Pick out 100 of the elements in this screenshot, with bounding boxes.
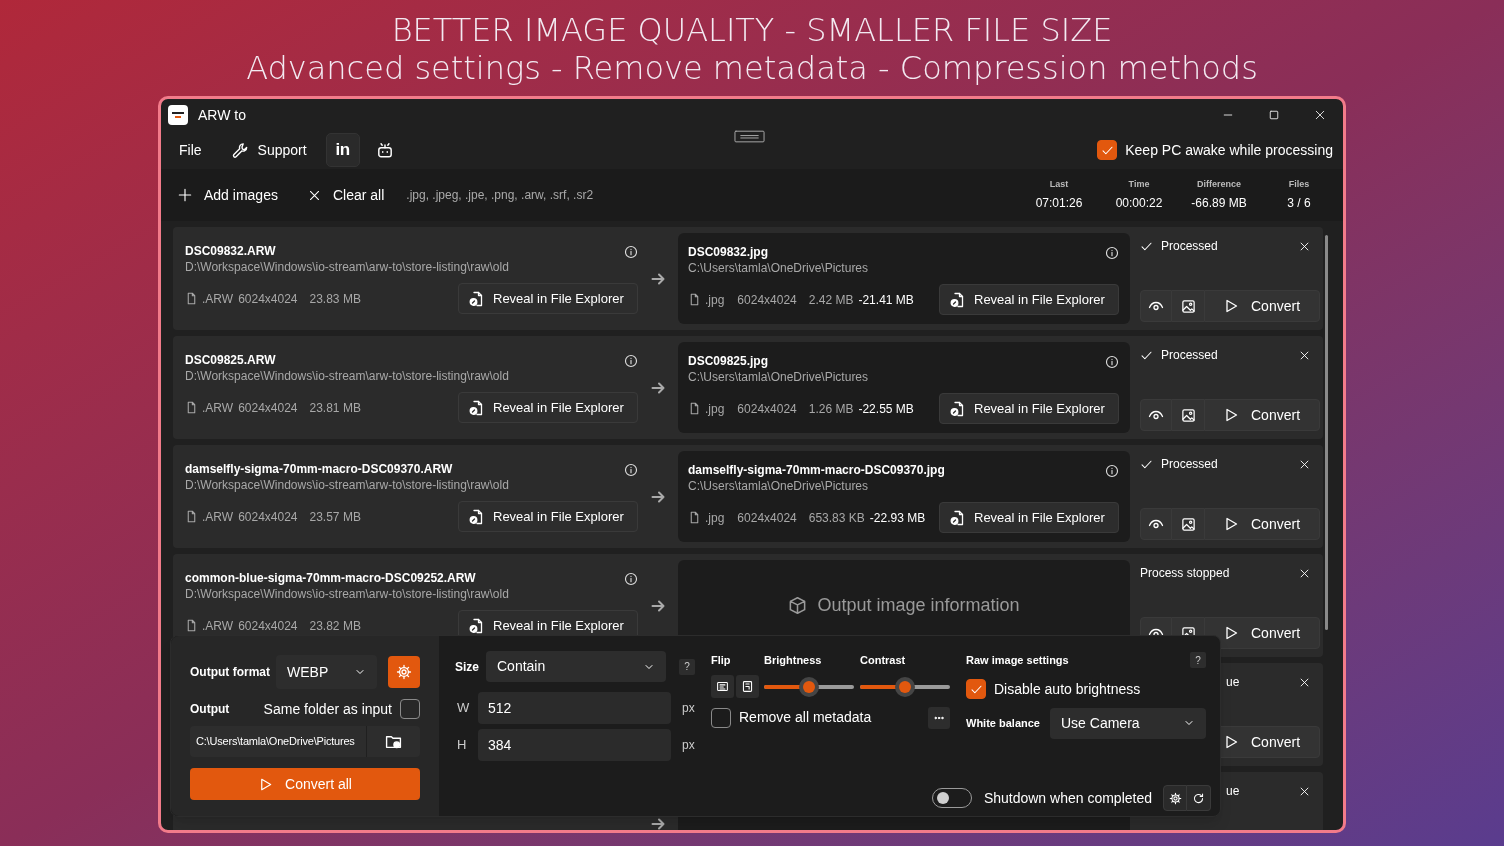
image-dimensions: 6024x4024: [238, 508, 298, 526]
file-name: common-blue-sigma-70mm-macro-DSC09252.ARW: [185, 570, 477, 586]
support-button[interactable]: Support: [222, 134, 316, 166]
info-icon: [624, 463, 638, 477]
reset-button[interactable]: [1187, 785, 1211, 811]
add-images-button[interactable]: Add images: [176, 179, 280, 211]
file-size: 1.26 MB: [808, 400, 854, 418]
reveal-button[interactable]: Reveal in File Explorer: [458, 501, 638, 532]
size-difference: -22.93 MB: [869, 509, 926, 527]
help-button[interactable]: ?: [679, 658, 695, 675]
file-path: C:\Users\tamla\OneDrive\Pictures: [688, 260, 869, 276]
document-icon: [949, 291, 965, 308]
info-icon: [624, 572, 638, 586]
close-icon: [1298, 349, 1310, 361]
scrollbar[interactable]: [1325, 235, 1328, 630]
flip-icon: [716, 680, 729, 693]
gear-icon: [396, 664, 412, 680]
image-icon: [1180, 407, 1196, 423]
robot-icon: [375, 141, 394, 159]
file-path: C:\Users\tamla\OneDrive\Pictures: [688, 478, 870, 494]
field-label: Output format: [190, 664, 271, 681]
image-dimensions: 6024x4024: [737, 400, 797, 418]
flip-horizontal-button[interactable]: [711, 675, 734, 698]
open-image-button[interactable]: [1172, 290, 1204, 322]
close-icon: [1298, 785, 1310, 797]
checkbox[interactable]: [1097, 140, 1118, 160]
convert-button[interactable]: Convert: [1204, 399, 1320, 431]
file-name: damselfly-sigma-70mm-macro-DSC09370.jpg: [688, 462, 945, 478]
file-extension: .jpg: [705, 509, 725, 527]
file-icon: [185, 292, 198, 305]
image-dimensions: 6024x4024: [238, 617, 298, 635]
size-dropdown[interactable]: Contain: [486, 651, 666, 682]
file-icon: [185, 510, 198, 523]
convert-all-button[interactable]: Convert all: [190, 768, 420, 800]
status-text: Process stopped: [1140, 565, 1230, 582]
status-text: ue: [1226, 783, 1240, 800]
close-icon: [1314, 109, 1326, 121]
document-icon: [468, 508, 484, 525]
file-name: damselfly-sigma-70mm-macro-DSC09370.ARW: [185, 461, 454, 477]
open-image-button[interactable]: [1172, 399, 1204, 431]
preview-button[interactable]: [1140, 290, 1172, 322]
image-icon: [1180, 516, 1196, 532]
format-settings-button[interactable]: [388, 656, 420, 688]
menu-item[interactable]: File: [170, 134, 211, 166]
reveal-button[interactable]: Reveal in File Explorer: [939, 393, 1119, 424]
convert-button[interactable]: Convert: [1204, 290, 1320, 322]
info-icon: [624, 354, 638, 368]
balance-dropdown[interactable]: Use Camera: [1050, 707, 1206, 739]
play-icon: [1223, 734, 1239, 750]
size-difference: -21.41 MB: [858, 291, 914, 309]
flip-vertical-button[interactable]: [736, 675, 759, 698]
slider[interactable]: [764, 676, 854, 697]
file-icon: [185, 401, 198, 414]
open-image-button[interactable]: [1172, 508, 1204, 540]
file-name: DSC09825.ARW: [185, 352, 277, 368]
checkbox-label: Disable auto brightness: [994, 679, 1141, 699]
status-text: ue: [1226, 674, 1240, 691]
unit-label: px: [682, 700, 695, 717]
reveal-button[interactable]: Reveal in File Explorer: [939, 502, 1119, 533]
file-extension: .ARW: [202, 508, 234, 526]
settings-button[interactable]: [1163, 785, 1187, 811]
preview-button[interactable]: [1140, 508, 1172, 540]
convert-button[interactable]: Convert: [1204, 508, 1320, 540]
drag-handle-icon: [734, 129, 765, 145]
format-dropdown[interactable]: WEBP: [276, 655, 377, 689]
info-icon: [1105, 464, 1119, 478]
stat-label: Last: [1049, 177, 1069, 191]
convert-button[interactable]: Convert: [1204, 617, 1320, 649]
file-size: 23.83 MB: [309, 290, 361, 308]
checkbox[interactable]: [400, 699, 420, 719]
info-icon: [624, 245, 638, 259]
status-text: Processed: [1161, 238, 1218, 255]
close-icon: [1298, 567, 1310, 579]
reveal-button[interactable]: Reveal in File Explorer: [458, 283, 638, 314]
size-difference: -22.55 MB: [858, 400, 914, 418]
checkbox[interactable]: [966, 679, 986, 699]
file-size: 23.81 MB: [309, 399, 361, 417]
image-dimensions: 6024x4024: [238, 290, 298, 308]
file-name: DSC09825.jpg: [688, 353, 770, 369]
stat-value: -66.89 MB: [1191, 195, 1247, 213]
slider[interactable]: [860, 676, 950, 697]
clear-all-button[interactable]: Clear all: [305, 179, 387, 211]
field-label: W: [456, 699, 471, 718]
field-label: Contrast: [860, 653, 907, 668]
file-extension: .jpg: [705, 400, 725, 418]
checkbox[interactable]: [711, 707, 731, 728]
file-extension: .jpg: [705, 291, 725, 309]
refresh-icon: [1192, 791, 1205, 805]
more-options-button[interactable]: [928, 706, 950, 729]
help-button[interactable]: ?: [1190, 652, 1206, 669]
number-field[interactable]: 384: [478, 729, 671, 761]
file-path: D:\Workspace\Windows\io-stream\arw-to\store-listing\raw\old: [185, 368, 509, 384]
checkbox-label: Keep PC awake while processing: [1125, 140, 1333, 160]
reveal-button[interactable]: Reveal in File Explorer: [939, 284, 1119, 315]
file-icon: [688, 511, 701, 524]
number-field[interactable]: 512: [478, 692, 671, 724]
reveal-button[interactable]: Reveal in File Explorer: [458, 392, 638, 423]
preview-button[interactable]: [1140, 399, 1172, 431]
linkedin-button[interactable]: in: [325, 133, 360, 167]
field-label: H: [456, 736, 468, 755]
